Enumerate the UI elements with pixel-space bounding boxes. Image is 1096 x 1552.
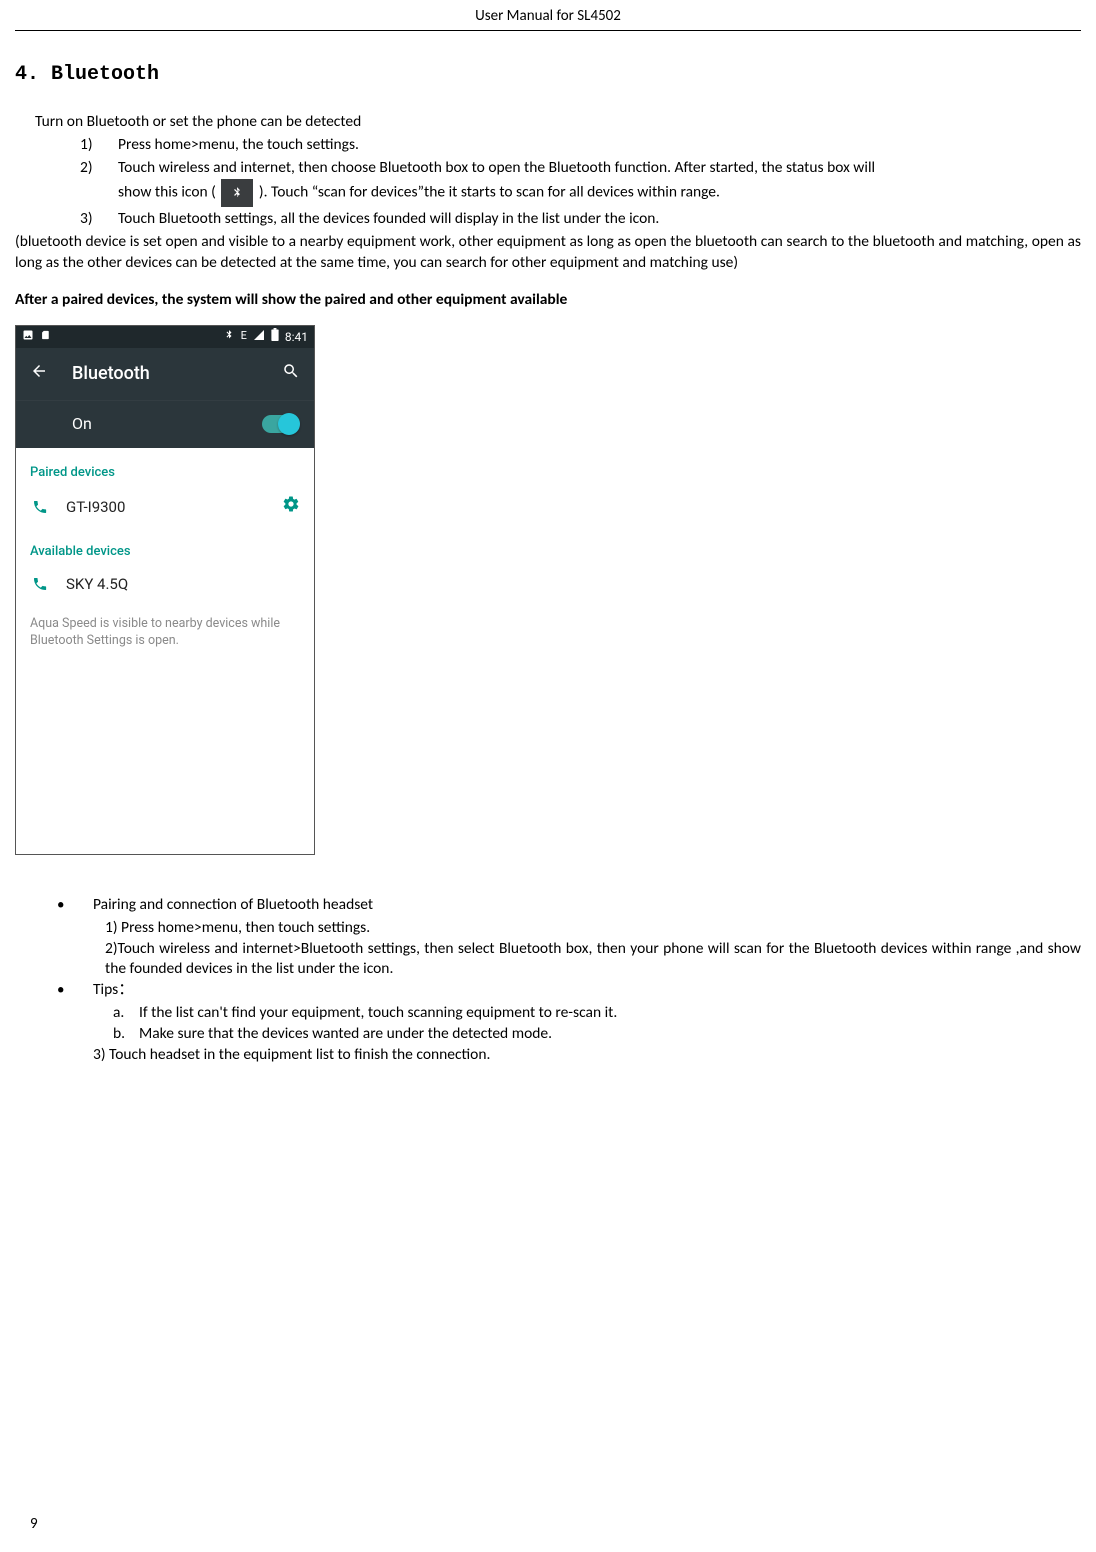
- step-2-line1: Touch wireless and internet, then choose…: [118, 158, 1081, 179]
- step-2-line2b: ). Touch “scan for devices”the it starts…: [259, 183, 720, 202]
- search-icon[interactable]: [282, 362, 300, 386]
- available-devices-label: Available devices: [16, 527, 314, 567]
- bluetooth-icon: [223, 329, 235, 345]
- paragraph-bluetooth-note: (bluetooth device is set open and visibl…: [15, 232, 1081, 274]
- appbar-title: Bluetooth: [72, 362, 258, 386]
- bullet-pairing-s2: 2)Touch wireless and internet>Bluetooth …: [105, 939, 1081, 981]
- step-1: 1) Press home>menu, the touch settings.: [80, 135, 1081, 156]
- back-icon[interactable]: [30, 362, 48, 386]
- image-icon: [22, 329, 34, 345]
- bullet-tips-title: Tips：: [93, 980, 1081, 1001]
- signal-icon: [253, 329, 265, 345]
- header-title: User Manual for SL4502: [475, 7, 621, 25]
- bullets-section: • Pairing and connection of Bluetooth he…: [45, 895, 1081, 1066]
- ordered-steps: 1) Press home>menu, the touch settings. …: [80, 135, 1081, 230]
- tip-b-num: b.: [113, 1024, 139, 1045]
- step-2-text: Touch wireless and internet, then choose…: [118, 158, 1081, 207]
- step-2: 2) Touch wireless and internet, then cho…: [80, 158, 1081, 207]
- step-2-num: 2): [80, 158, 118, 207]
- tip-b-text: Make sure that the devices wanted are un…: [139, 1024, 552, 1045]
- phone-device-icon: [30, 576, 50, 592]
- bold-paired-line: After a paired devices, the system will …: [15, 290, 1081, 311]
- intro-line: Turn on Bluetooth or set the phone can b…: [35, 112, 1081, 133]
- bullet-pairing-title: Pairing and connection of Bluetooth head…: [93, 895, 1081, 916]
- gear-icon[interactable]: [282, 495, 300, 518]
- step-1-num: 1): [80, 135, 118, 156]
- phone-statusbar: E 8:41: [16, 326, 314, 348]
- step-1-text: Press home>menu, the touch settings.: [118, 135, 1081, 156]
- page-number: 9: [30, 1514, 38, 1534]
- battery-icon: [271, 328, 279, 345]
- paired-device-row[interactable]: GT-I9300: [16, 487, 314, 526]
- bullet-tips: • Tips：: [45, 980, 1081, 1001]
- step-2-line2a: show this icon (: [118, 183, 216, 202]
- phone-footer-note: Aqua Speed is visible to nearby devices …: [16, 602, 314, 650]
- bullet-dot: •: [45, 895, 93, 916]
- step-3: 3) Touch Bluetooth settings, all the dev…: [80, 209, 1081, 230]
- network-type: E: [241, 329, 247, 344]
- tip-a-text: If the list can't find your equipment, t…: [139, 1003, 617, 1024]
- phone-screenshot: E 8:41 Bluetooth On Paired devices GT-I9…: [15, 325, 315, 855]
- section-heading: 4. Bluetooth: [15, 61, 1081, 88]
- bullet-dot: •: [45, 980, 93, 1001]
- paired-devices-label: Paired devices: [16, 448, 314, 488]
- bullet-pairing-s1: 1) Press home>menu, then touch settings.: [105, 918, 1081, 939]
- available-device-name: SKY 4.5Q: [66, 574, 300, 594]
- tip-b: b. Make sure that the devices wanted are…: [113, 1024, 1081, 1045]
- phone-device-icon: [30, 499, 50, 515]
- tip-s3: 3) Touch headset in the equipment list t…: [93, 1045, 1081, 1066]
- tip-a: a. If the list can't find your equipment…: [113, 1003, 1081, 1024]
- paired-device-name: GT-I9300: [66, 497, 266, 517]
- status-time: 8:41: [285, 329, 308, 345]
- page-header: User Manual for SL4502: [15, 0, 1081, 31]
- step-3-text: Touch Bluetooth settings, all the device…: [118, 209, 1081, 230]
- sim-icon: [40, 329, 50, 345]
- tip-a-num: a.: [113, 1003, 139, 1024]
- phone-appbar: Bluetooth: [16, 348, 314, 400]
- bullet-pairing: • Pairing and connection of Bluetooth he…: [45, 895, 1081, 916]
- available-device-row[interactable]: SKY 4.5Q: [16, 566, 314, 602]
- toggle-label: On: [72, 413, 92, 435]
- step-3-num: 3): [80, 209, 118, 230]
- bluetooth-toggle-row[interactable]: On: [16, 400, 314, 448]
- toggle-switch-on[interactable]: [262, 415, 298, 433]
- bluetooth-status-icon: [221, 179, 253, 207]
